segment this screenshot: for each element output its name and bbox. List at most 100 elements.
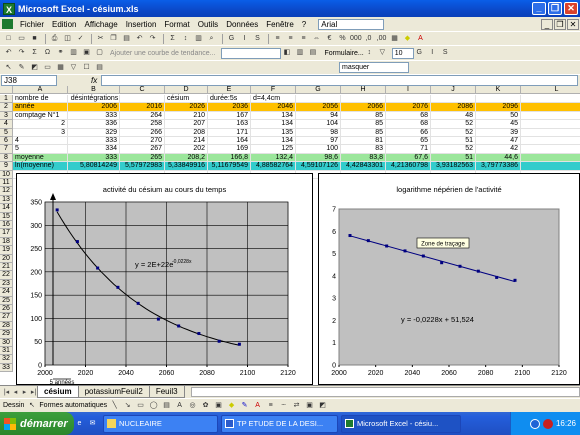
cell-i6[interactable]: 65 [386,137,431,146]
save-icon[interactable]: ■ [29,34,40,44]
row-header-17[interactable]: 17 [0,229,13,238]
dessin-menu[interactable]: Dessin [3,402,24,409]
cell-l3[interactable] [521,112,580,121]
cell-j2[interactable]: 2086 [431,103,476,112]
cell-i9[interactable]: 4,21360798 [386,162,431,171]
decrease-decimal-icon[interactable]: ,00 [376,34,387,44]
antivirus-icon[interactable] [542,418,553,429]
3d-icon[interactable]: ◩ [317,401,328,411]
cell-i5[interactable]: 66 [386,128,431,137]
sum-icon[interactable]: Σ [167,34,178,44]
cell-b1[interactable]: désintégrations [68,95,120,104]
cell-d3[interactable]: 210 [165,111,208,121]
paste-icon[interactable]: ▤ [121,34,132,44]
cell-j8[interactable]: 51 [431,153,476,163]
cell-j4[interactable]: 52 [431,120,476,129]
cell-e6[interactable]: 164 [208,137,251,146]
cell-c6[interactable]: 270 [120,137,165,146]
formula-input[interactable] [101,75,578,86]
row-header-22[interactable]: 22 [0,271,13,280]
cell-d1[interactable]: césium [165,95,208,104]
textbox-icon[interactable]: ▤ [161,401,172,411]
column-header-i[interactable]: I [386,86,431,94]
cell-d7[interactable]: 202 [165,145,208,154]
cell-b6[interactable]: 333 [68,137,120,146]
cell-a1[interactable]: nombre de [13,95,68,104]
menu-affichage[interactable]: Affichage [80,20,121,29]
menu-edition[interactable]: Edition [48,20,80,29]
row-header-32[interactable]: 32 [0,355,13,364]
cell-b2[interactable]: 2006 [68,103,120,112]
font-color-icon[interactable]: A [415,34,426,44]
cell-l5[interactable] [521,129,580,137]
row-header-23[interactable]: 23 [0,279,13,289]
cell-h4[interactable]: 85 [341,120,386,129]
cell-f9[interactable]: 4,88582764 [251,162,296,171]
open-icon[interactable]: ▭ [16,34,27,44]
cell-f1[interactable]: d=4,4cm [251,95,296,104]
cell-f3[interactable]: 134 [251,111,296,121]
name-box[interactable]: J38 [1,75,57,86]
legend-icon[interactable]: ▤ [307,48,318,58]
menu-format[interactable]: Format [160,20,193,29]
cell-a8[interactable]: moyenne [13,153,68,163]
cell-f2[interactable]: 2046 [251,103,296,112]
cell-l4[interactable] [521,120,580,129]
close-button[interactable]: ✕ [564,2,578,15]
task-word[interactable]: TP ETUDE DE LA DESI... [221,414,338,433]
cell-d4[interactable]: 207 [165,120,208,129]
sum-icon[interactable]: Σ [29,48,40,58]
cell-e4[interactable]: 163 [208,120,251,129]
minimize-button[interactable]: _ [532,2,546,15]
undo-icon[interactable]: ↶ [134,34,145,44]
align-center-icon[interactable]: ≡ [285,34,296,44]
row-header-21[interactable]: 21 [0,263,13,272]
cell-k9[interactable]: 3,79773386 [476,162,521,171]
cell-e7[interactable]: 169 [208,145,251,154]
workbook-icon[interactable] [2,19,13,29]
arrow-style-icon[interactable]: ⇄ [291,401,302,411]
column-header-j[interactable]: J [431,86,476,94]
line-style-icon[interactable]: ≡ [265,401,276,411]
fill-color-icon[interactable]: ◆ [402,34,413,44]
euro-icon[interactable]: € [324,34,335,44]
maximize-button[interactable]: ❐ [548,2,562,15]
row-header-30[interactable]: 30 [0,338,13,347]
cell-f5[interactable]: 135 [251,128,296,137]
chart-wizard-icon[interactable]: ▥ [193,34,204,44]
cell-b9[interactable]: 5,80814249 [68,162,120,171]
cell-i7[interactable]: 71 [386,145,431,154]
cell-k1[interactable] [476,95,521,104]
cell-i8[interactable]: 67,6 [386,153,431,163]
quicklaunch-ie-icon[interactable]: e [74,419,85,429]
row-header-5[interactable]: 5 [0,128,13,137]
column-header-f[interactable]: F [251,86,296,94]
cell-l2[interactable] [521,103,580,112]
row-header-10[interactable]: 10 [0,170,13,179]
cell-a9[interactable]: ln(moyenne) [13,162,68,171]
column-header-d[interactable]: D [165,86,208,94]
cell-k5[interactable]: 39 [476,128,521,137]
cell-l9[interactable] [521,162,580,171]
cell-h3[interactable]: 85 [341,111,386,121]
column-header-g[interactable]: G [296,86,341,94]
row-header-14[interactable]: 14 [0,204,13,213]
cell-g4[interactable]: 104 [296,120,341,129]
cell-j9[interactable]: 3,93182563 [431,162,476,171]
select-arrow-icon[interactable]: ↖ [26,401,37,411]
cell-h9[interactable]: 4,42843301 [341,162,386,171]
row-header-28[interactable]: 28 [0,321,13,331]
cell-h8[interactable]: 83,8 [341,153,386,163]
task-nucleaire[interactable]: NUCLEAIRE [103,414,218,433]
cell-a2[interactable]: année [13,103,68,112]
cell-k6[interactable]: 47 [476,137,521,146]
cell-k3[interactable]: 50 [476,111,521,121]
cell-i2[interactable]: 2076 [386,103,431,112]
row-header-11[interactable]: 11 [0,179,13,188]
row-header-13[interactable]: 13 [0,195,13,205]
cell-h1[interactable] [341,95,386,104]
task-excel[interactable]: Microsoft Excel - césiu... [341,414,461,433]
cell-i1[interactable] [386,95,431,104]
row-header-31[interactable]: 31 [0,347,13,356]
new-icon[interactable]: □ [3,34,14,44]
